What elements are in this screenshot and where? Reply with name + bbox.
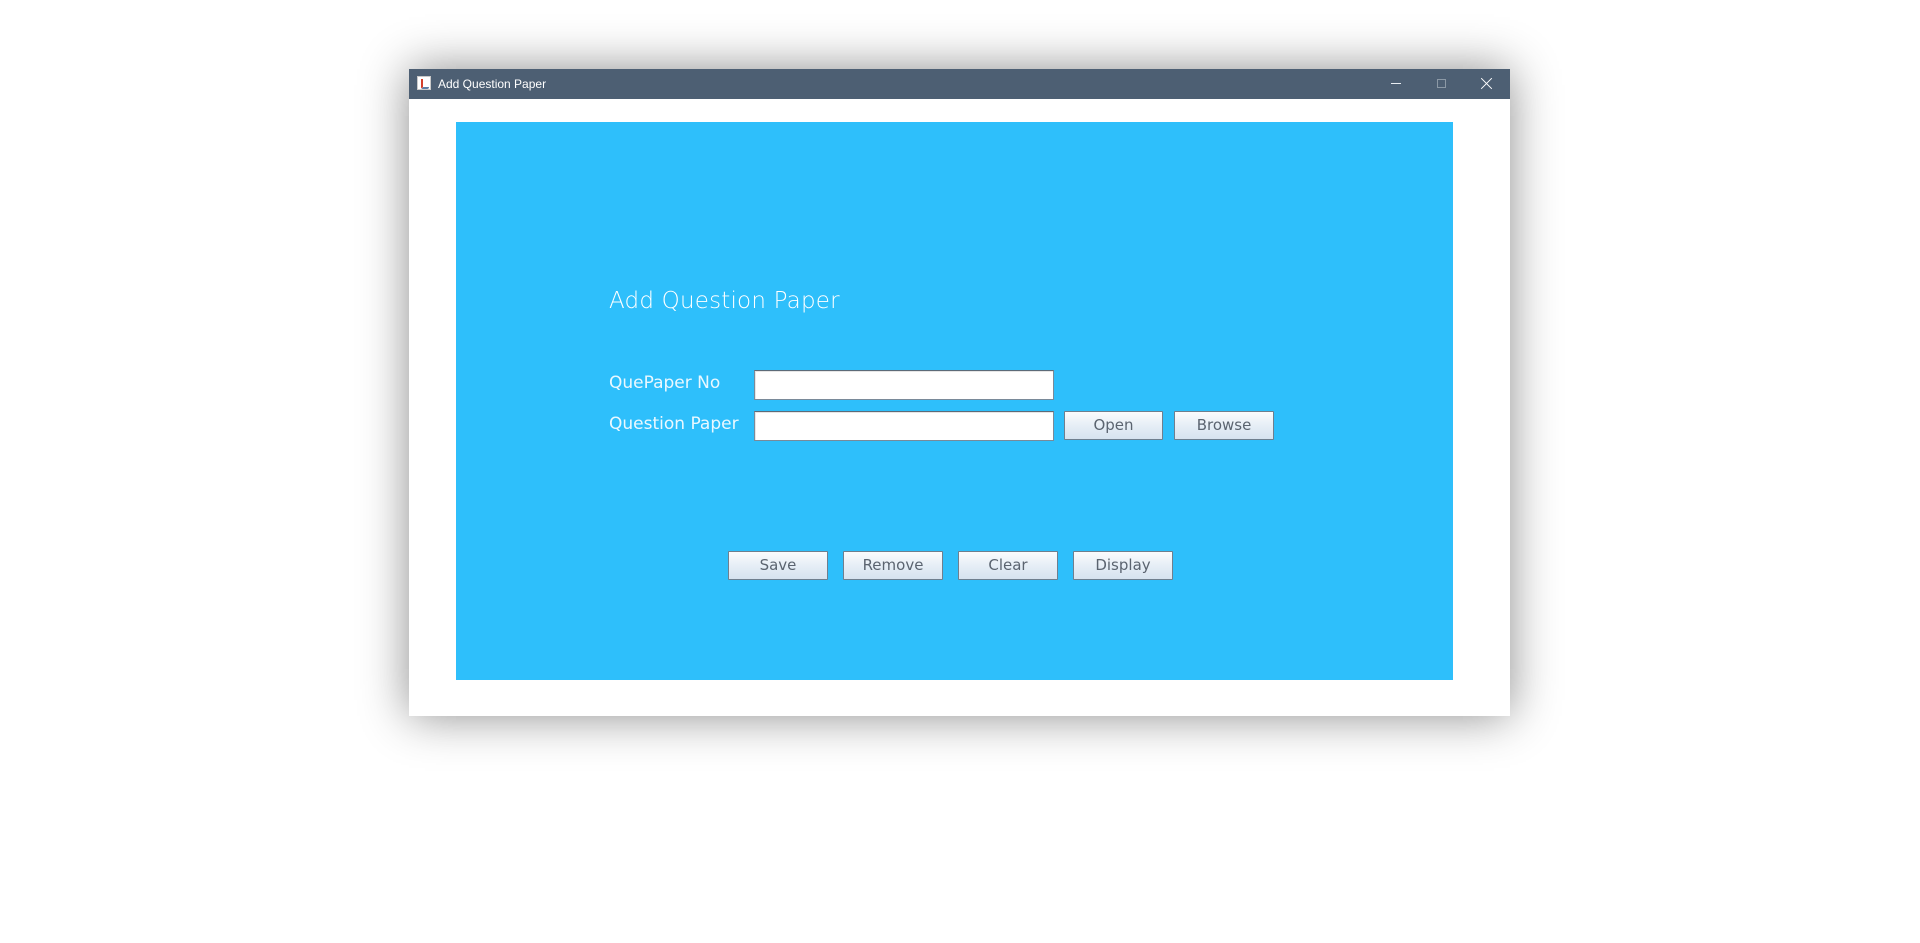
display-button[interactable]: Display [1073,551,1173,580]
app-window: Add Question Paper Add Question Paper Qu… [409,69,1510,716]
open-button[interactable]: Open [1064,411,1163,440]
question-paper-input[interactable] [754,411,1054,441]
form-panel: Add Question Paper QuePaper No Question … [456,122,1453,680]
java-cup-icon [417,76,431,90]
minimize-button[interactable] [1374,69,1419,99]
browse-button[interactable]: Browse [1174,411,1274,440]
form-heading: Add Question Paper [609,288,840,314]
quepaper-no-label: QuePaper No [609,373,721,393]
close-icon [1480,76,1494,90]
title-bar[interactable]: Add Question Paper [409,69,1510,99]
quepaper-no-input[interactable] [754,370,1054,400]
maximize-button[interactable] [1419,69,1464,99]
maximize-icon [1437,79,1446,88]
save-button[interactable]: Save [728,551,828,580]
remove-button[interactable]: Remove [843,551,943,580]
minimize-icon [1391,83,1401,84]
window-title: Add Question Paper [438,77,547,91]
clear-button[interactable]: Clear [958,551,1058,580]
question-paper-label: Question Paper [609,414,739,434]
close-button[interactable] [1464,69,1509,99]
